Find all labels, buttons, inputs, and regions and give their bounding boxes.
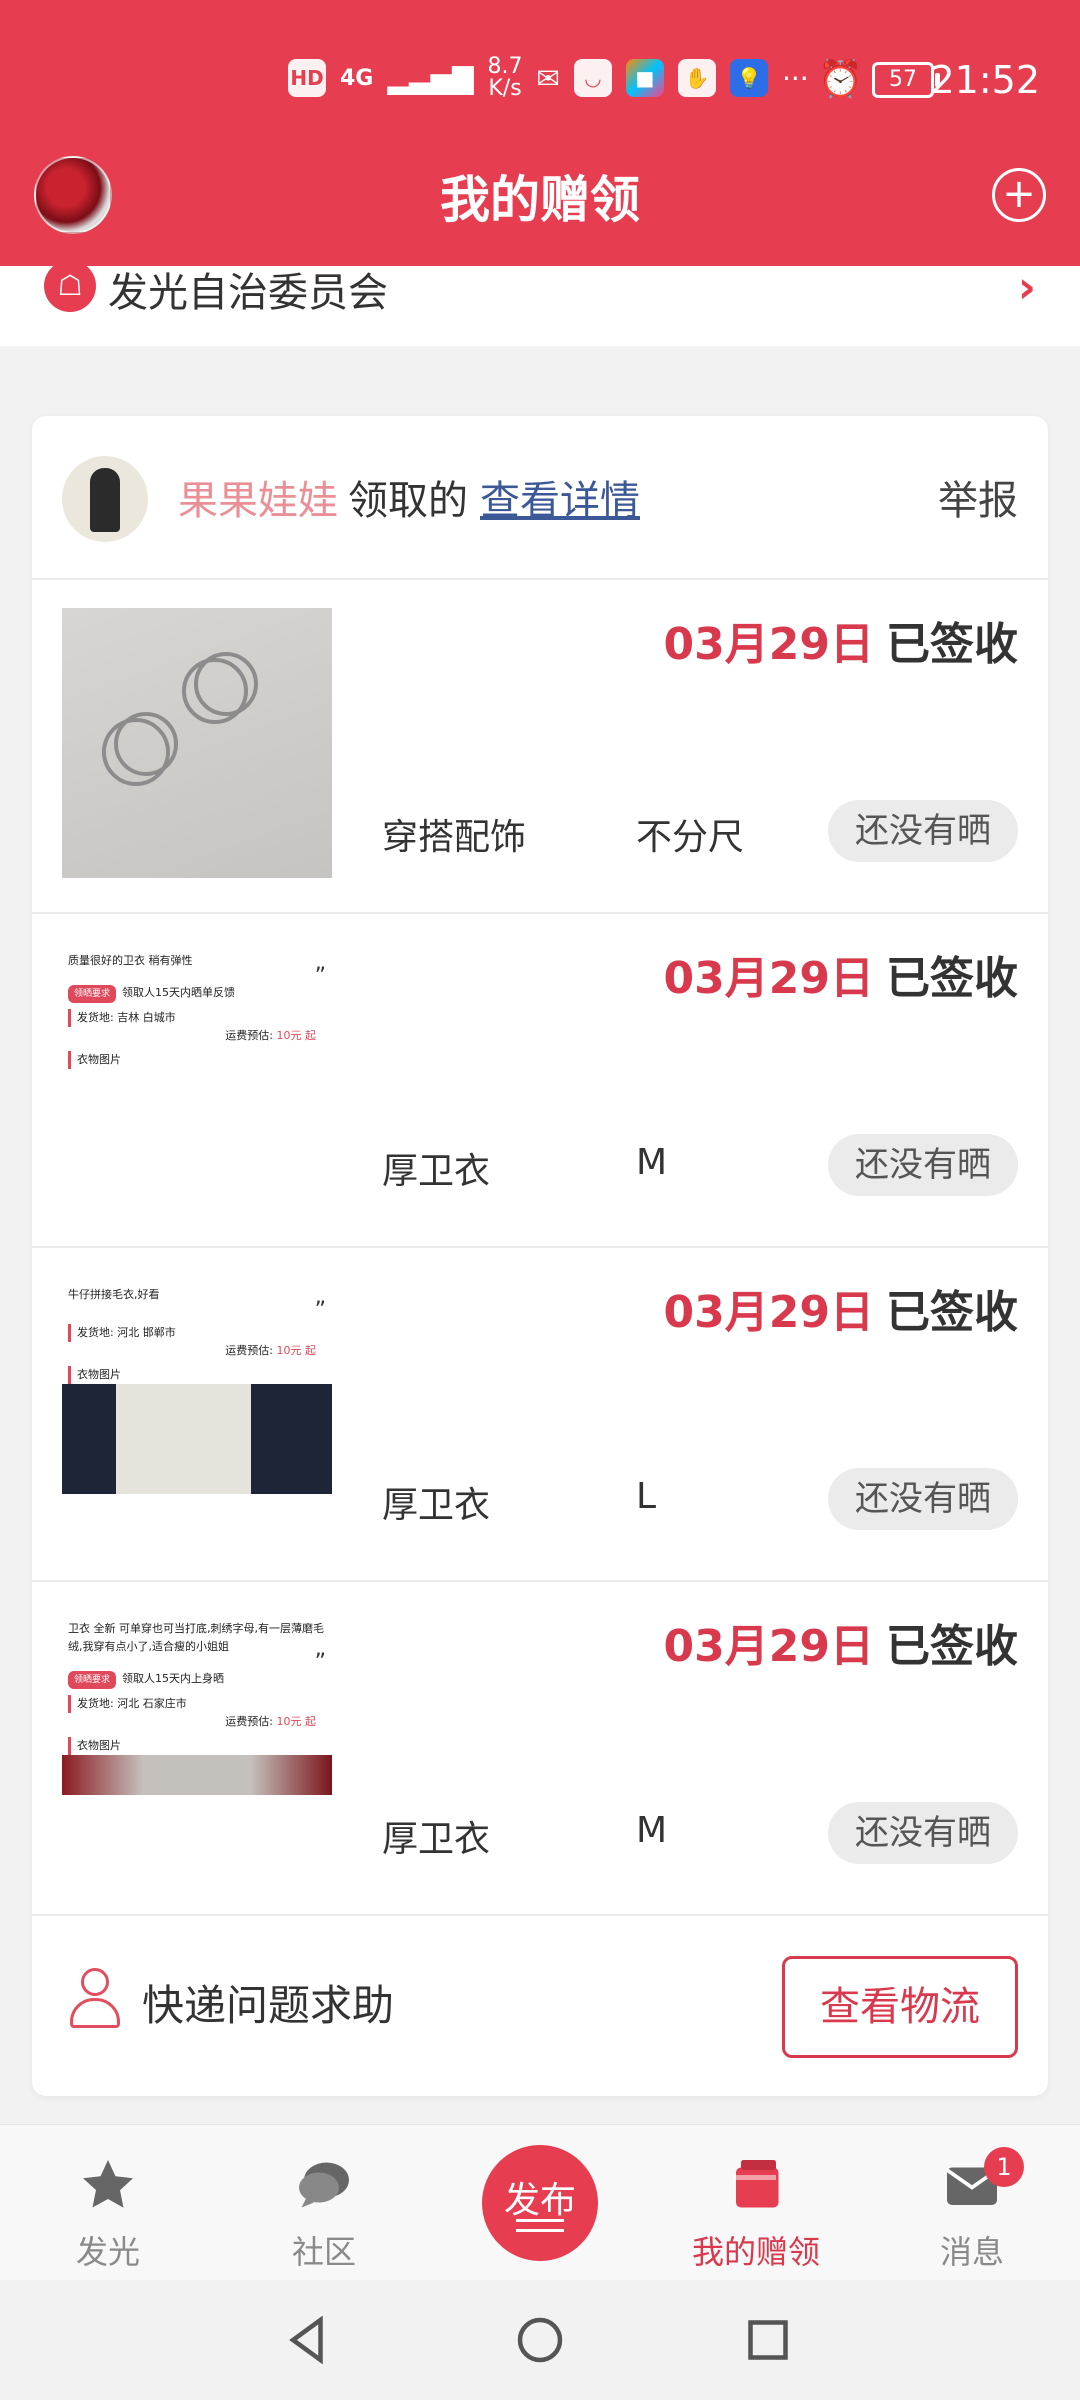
app-notify-icon: ■ — [625, 59, 664, 97]
report-button[interactable]: 举报 — [938, 468, 1018, 526]
publish-button[interactable]: 发布 — [482, 2145, 598, 2261]
claim-item[interactable]: 牛仔拼接毛衣,好看 ” 发货地: 河北 邯郸市 运费预估: 10元 起 衣物图片… — [32, 1246, 1048, 1582]
hd-icon: HD — [288, 59, 326, 97]
claim-action-text: 领取的 — [348, 478, 468, 524]
item-category: 厚卫衣 — [382, 1819, 491, 1860]
group-row[interactable]: ☖ 发光自治委员会 › — [0, 260, 1080, 346]
system-nav-bar — [0, 2280, 1080, 2400]
group-icon: ☖ — [44, 260, 96, 312]
item-thumbnail: 质量很好的卫衣 稍有弹性 ” 领晒要求 领取人15天内晒单反馈 发货地: 吉林 白… — [62, 942, 332, 1212]
gift-box-icon — [733, 2160, 779, 2208]
item-size: L — [636, 1476, 657, 1517]
hand-notify-icon: ✋ — [677, 59, 716, 97]
claimer-name[interactable]: 果果娃娃 — [178, 478, 338, 524]
tab-community[interactable]: 社区 — [224, 2125, 424, 2281]
status-time: 21:52 — [930, 58, 1040, 102]
claim-item[interactable]: 03月29日 已签收 穿搭配饰 不分尺 还没有晒 — [32, 578, 1048, 914]
chevron-right-icon: › — [1017, 262, 1036, 313]
claim-card: 果果娃娃 领取的 查看详情 举报 03月29日 已签收 穿搭配饰 不分尺 还没有晒 质… — [32, 416, 1048, 2096]
not-shown-button[interactable]: 还没有晒 — [828, 1468, 1018, 1530]
item-size: M — [636, 1810, 668, 1851]
view-logistics-button[interactable]: 查看物流 — [782, 1956, 1018, 2058]
claim-item[interactable]: 卫衣 全新 可单穿也可当打底,刺绣字母,有一层薄磨毛绒,我穿有点小了,适合瘦的小… — [32, 1580, 1048, 1916]
delivery-help-link[interactable]: 快递问题求助 — [142, 1972, 394, 2033]
signal-bars-icon: ▂▃▅▇ — [387, 61, 474, 95]
not-shown-button[interactable]: 还没有晒 — [828, 800, 1018, 862]
bulb-notify-icon: 💡 — [729, 59, 768, 97]
message-badge: 1 — [984, 2147, 1024, 2187]
card-header: 果果娃娃 领取的 查看详情 举报 — [32, 416, 1048, 580]
tab-messages[interactable]: 1 消息 — [872, 2125, 1072, 2281]
alarm-icon: ⏰ — [818, 59, 863, 100]
item-category: 厚卫衣 — [382, 1485, 491, 1526]
home-icon[interactable] — [510, 2310, 570, 2370]
page-title: 我的赠领 — [440, 171, 640, 229]
claim-item[interactable]: 质量很好的卫衣 稍有弹性 ” 领晒要求 领取人15天内晒单反馈 发货地: 吉林 白… — [32, 912, 1048, 1248]
bottom-nav: 发光 社区 发布 我的赠领 1 消息 — [0, 2124, 1080, 2281]
claimer-avatar[interactable] — [62, 456, 148, 542]
signed-date: 03月29日 已签收 — [663, 1621, 1018, 1672]
item-thumbnail — [62, 608, 332, 878]
tab-glow[interactable]: 发光 — [8, 2125, 208, 2281]
not-shown-button[interactable]: 还没有晒 — [828, 1802, 1018, 1864]
card-footer: 快递问题求助 查看物流 — [32, 1920, 1048, 2096]
signed-date: 03月29日 已签收 — [663, 953, 1018, 1004]
recents-icon[interactable] — [738, 2310, 798, 2370]
net-speed: 8.7 K/s — [487, 54, 523, 101]
signal-icon: 4G — [340, 65, 374, 91]
mail-notify-icon: ✉ — [536, 61, 560, 95]
item-thumbnail: 卫衣 全新 可单穿也可当打底,刺绣字母,有一层薄磨毛绒,我穿有点小了,适合瘦的小… — [62, 1610, 332, 1880]
chat-bubble-icon — [299, 2162, 349, 2208]
view-details-link[interactable]: 查看详情 — [480, 478, 640, 524]
battery-icon: 57 — [872, 62, 940, 98]
item-thumbnail: 牛仔拼接毛衣,好看 ” 发货地: 河北 邯郸市 运费预估: 10元 起 衣物图片 — [62, 1276, 332, 1546]
item-size: M — [636, 1142, 668, 1183]
signed-date: 03月29日 已签收 — [663, 1287, 1018, 1338]
more-notify-icon: ··· — [781, 61, 809, 95]
app-notify-icon: ◡ — [573, 59, 612, 97]
add-button[interactable]: + — [992, 168, 1046, 222]
signed-date: 03月29日 已签收 — [663, 619, 1018, 670]
tab-my-gifts[interactable]: 我的赠领 — [656, 2125, 856, 2281]
app-header: HD 4G ▂▃▅▇ 8.7 K/s ✉ ◡ ■ ✋ 💡 ··· ⏰ 57 21:… — [0, 0, 1080, 266]
item-category: 穿搭配饰 — [382, 817, 527, 858]
group-name: 发光自治委员会 — [108, 270, 388, 316]
back-icon[interactable] — [278, 2310, 338, 2370]
star-icon — [83, 2160, 133, 2208]
status-bar: HD 4G ▂▃▅▇ 8.7 K/s ✉ ◡ ■ ✋ 💡 ··· ⏰ 57 21:… — [0, 0, 1080, 150]
not-shown-button[interactable]: 还没有晒 — [828, 1134, 1018, 1196]
item-category: 厚卫衣 — [382, 1151, 491, 1192]
item-size: 不分尺 — [636, 817, 745, 858]
person-icon — [68, 1968, 120, 2028]
